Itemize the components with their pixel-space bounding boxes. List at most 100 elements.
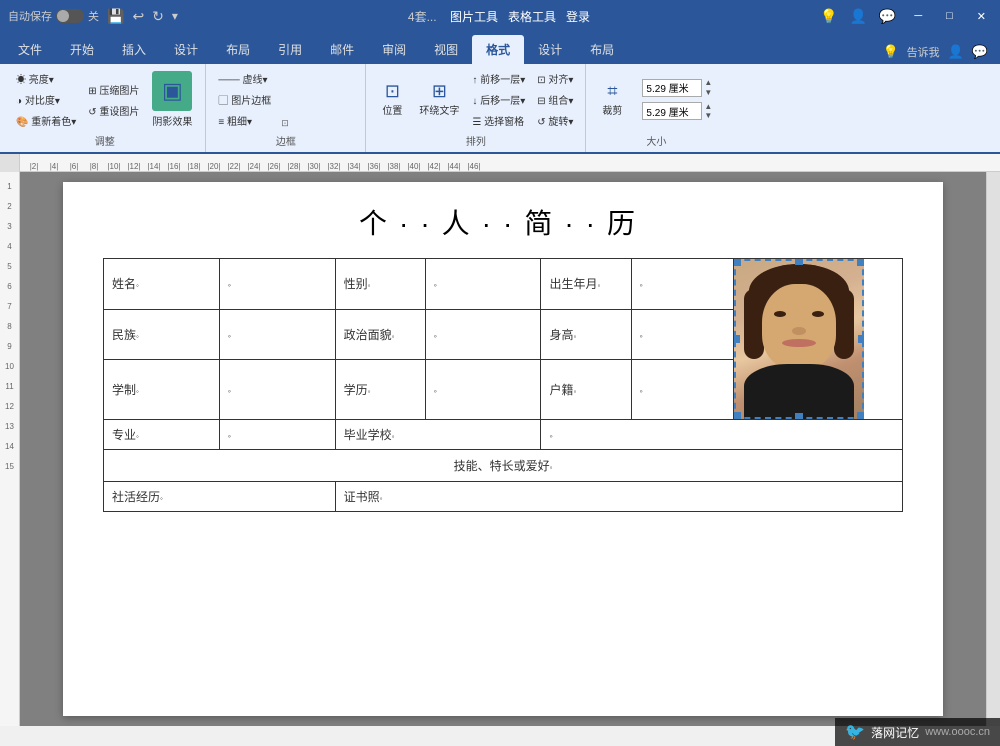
user-icon[interactable]: 👤 xyxy=(849,8,866,25)
shadow-effect-btn[interactable]: ▣ 阴影效果 xyxy=(147,68,197,131)
table-cell-gender-value[interactable]: ◦ xyxy=(425,259,541,310)
crop-btn[interactable]: ⌗ 裁剪 xyxy=(594,79,630,120)
compress-btn[interactable]: ⊞ 压缩图片 xyxy=(84,80,143,99)
height-up[interactable]: ▲ xyxy=(704,78,712,88)
document-container: 个··人··简··历 姓名◦ ◦ 性别◦ ◦ xyxy=(20,172,986,726)
rotate-btn[interactable]: ↺ 旋转▾ xyxy=(533,111,577,130)
photo-placeholder xyxy=(734,259,864,419)
table-cell-studylength-value[interactable]: ◦ xyxy=(219,360,335,420)
border-expand-icon[interactable]: ⊡ xyxy=(279,116,291,131)
handle-top[interactable] xyxy=(795,259,803,265)
close-button[interactable]: ✕ xyxy=(971,8,992,25)
autosave-toggle[interactable]: 自动保存 关 xyxy=(8,8,99,24)
height-input[interactable] xyxy=(642,79,702,97)
undo-icon[interactable]: ↩ xyxy=(132,8,144,25)
height-down[interactable]: ▼ xyxy=(704,88,712,98)
width-row: ▲ ▼ xyxy=(642,102,712,121)
table-row: 姓名◦ ◦ 性别◦ ◦ 出生年月◦ ◦ xyxy=(104,259,903,310)
select-pane-btn[interactable]: ☰ 选择窗格 xyxy=(468,111,529,130)
wrap-text-btn[interactable]: ⊞ 环绕文字 xyxy=(414,79,464,120)
brightness-btn[interactable]: ☀ 亮度▾ xyxy=(12,69,80,88)
table-cell-name-value[interactable]: ◦ xyxy=(219,259,335,310)
group-btn[interactable]: ⊟ 组合▾ xyxy=(533,90,577,109)
ruler-mark: |10| xyxy=(104,162,124,171)
restore-button[interactable]: □ xyxy=(940,8,959,24)
table-cell-school-label: 毕业学校◦ xyxy=(335,420,541,450)
ruler-mark: |36| xyxy=(364,162,384,171)
tab-home[interactable]: 开始 xyxy=(56,35,108,64)
title-bar-right: 💡 👤 💬 ─ □ ✕ xyxy=(820,8,992,25)
vruler-mark: 10 xyxy=(5,356,14,376)
recolor-btn[interactable]: 🎨 重新着色▾ xyxy=(12,111,80,130)
tab-review[interactable]: 审阅 xyxy=(368,35,420,64)
autosave-switch[interactable] xyxy=(56,9,84,23)
minimize-button[interactable]: ─ xyxy=(908,8,928,24)
crop-icon: ⌗ xyxy=(607,82,617,100)
ruler-mark: |14| xyxy=(144,162,164,171)
border-group-title: 边框 xyxy=(214,131,357,148)
table-cell-dob-label: 出生年月◦ xyxy=(541,259,631,310)
table-cell-domicile-value[interactable]: ◦ xyxy=(631,360,734,420)
vertical-ruler: 1 2 3 4 5 6 7 8 9 10 11 12 13 14 15 xyxy=(0,172,20,726)
title-bar-filename: 4套... 图片工具 表格工具 登录 xyxy=(408,8,590,25)
ruler-mark: |16| xyxy=(164,162,184,171)
table-cell-ethnicity-label: 民族◦ xyxy=(104,309,220,360)
tab-layout2[interactable]: 布局 xyxy=(576,35,628,64)
ribbon-group-border: ─── 虚线▾ ▢ 图片边框 ≡ 粗细▾ ⊡ 边框 xyxy=(206,64,366,152)
tab-references[interactable]: 引用 xyxy=(264,35,316,64)
photo-cell xyxy=(734,259,903,420)
help-icon[interactable]: 💡 xyxy=(820,8,837,25)
table-cell-school-value[interactable]: ◦ xyxy=(541,420,903,450)
resume-table: 姓名◦ ◦ 性别◦ ◦ 出生年月◦ ◦ xyxy=(103,258,903,512)
redo-icon[interactable]: ↻ xyxy=(152,8,164,25)
ruler-marks: |2| |4| |6| |8| |10| |12| |14| |16| |18|… xyxy=(20,154,1000,171)
ribbon-group-arrange: ⊡ 位置 ⊞ 环绕文字 ↑ 前移一层▾ ↓ 后移一层▾ ☰ 选择窗格 ⊡ 对齐▾… xyxy=(366,64,586,152)
save-icon[interactable]: 💾 xyxy=(107,8,124,25)
help-text[interactable]: 告诉我 xyxy=(907,44,940,60)
align-btn[interactable]: ⊡ 对齐▾ xyxy=(533,69,577,88)
comment-icon[interactable]: 💬 xyxy=(879,8,896,25)
more-icon[interactable]: ▾ xyxy=(172,9,178,23)
bring-forward-btn[interactable]: ↑ 前移一层▾ xyxy=(468,69,529,88)
account-icon[interactable]: 👤 xyxy=(948,44,964,60)
vertical-scrollbar[interactable] xyxy=(986,172,1000,726)
dashed-line-btn[interactable]: ─── 虚线▾ xyxy=(214,69,275,88)
width-spinners: ▲ ▼ xyxy=(704,102,712,121)
tab-view[interactable]: 视图 xyxy=(420,35,472,64)
thickness-btn[interactable]: ≡ 粗细▾ xyxy=(214,111,275,130)
width-input[interactable] xyxy=(642,102,702,120)
tab-insert[interactable]: 插入 xyxy=(108,35,160,64)
tab-design[interactable]: 设计 xyxy=(160,35,212,64)
table-cell-political-value[interactable]: ◦ xyxy=(425,309,541,360)
table-cell-education-value[interactable]: ◦ xyxy=(425,360,541,420)
handle-left[interactable] xyxy=(734,335,740,343)
table-cell-studylength-label: 学制◦ xyxy=(104,360,220,420)
tab-design2[interactable]: 设计 xyxy=(524,35,576,64)
tab-layout[interactable]: 布局 xyxy=(212,35,264,64)
tab-format[interactable]: 格式 xyxy=(472,35,524,64)
table-cell-ethnicity-value[interactable]: ◦ xyxy=(219,309,335,360)
width-up[interactable]: ▲ xyxy=(704,102,712,112)
vruler-mark: 9 xyxy=(7,336,11,356)
send-backward-btn[interactable]: ↓ 后移一层▾ xyxy=(468,90,529,109)
tab-mailings[interactable]: 邮件 xyxy=(316,35,368,64)
tab-file[interactable]: 文件 xyxy=(4,35,56,64)
reset-btn[interactable]: ↺ 重设图片 xyxy=(84,101,143,120)
chat-icon[interactable]: 💬 xyxy=(972,44,988,60)
handle-bottom[interactable] xyxy=(795,413,803,419)
table-cell-major-value[interactable]: ◦ xyxy=(219,420,335,450)
position-btn[interactable]: ⊡ 位置 xyxy=(374,79,410,120)
picture-border-btn[interactable]: ▢ 图片边框 xyxy=(214,90,275,109)
contrast-btn[interactable]: ◑ 对比度▾ xyxy=(12,90,80,109)
height-spinners: ▲ ▼ xyxy=(704,78,712,97)
width-down[interactable]: ▼ xyxy=(704,111,712,121)
table-row: 社活经历◦ 证书照◦ xyxy=(104,482,903,512)
handle-right[interactable] xyxy=(858,335,864,343)
table-cell-dob-value[interactable]: ◦ xyxy=(631,259,734,310)
table-cell-height-value[interactable]: ◦ xyxy=(631,309,734,360)
title-bar: 自动保存 关 💾 ↩ ↻ ▾ 4套... 图片工具 表格工具 登录 💡 👤 💬 … xyxy=(0,0,1000,32)
ruler-mark: |18| xyxy=(184,162,204,171)
table-cell-skills: 技能、特长或爱好◦ xyxy=(104,450,903,482)
table-cell-social-label: 社活经历◦ xyxy=(104,482,336,512)
help-lightbulb-icon[interactable]: 💡 xyxy=(882,44,898,60)
